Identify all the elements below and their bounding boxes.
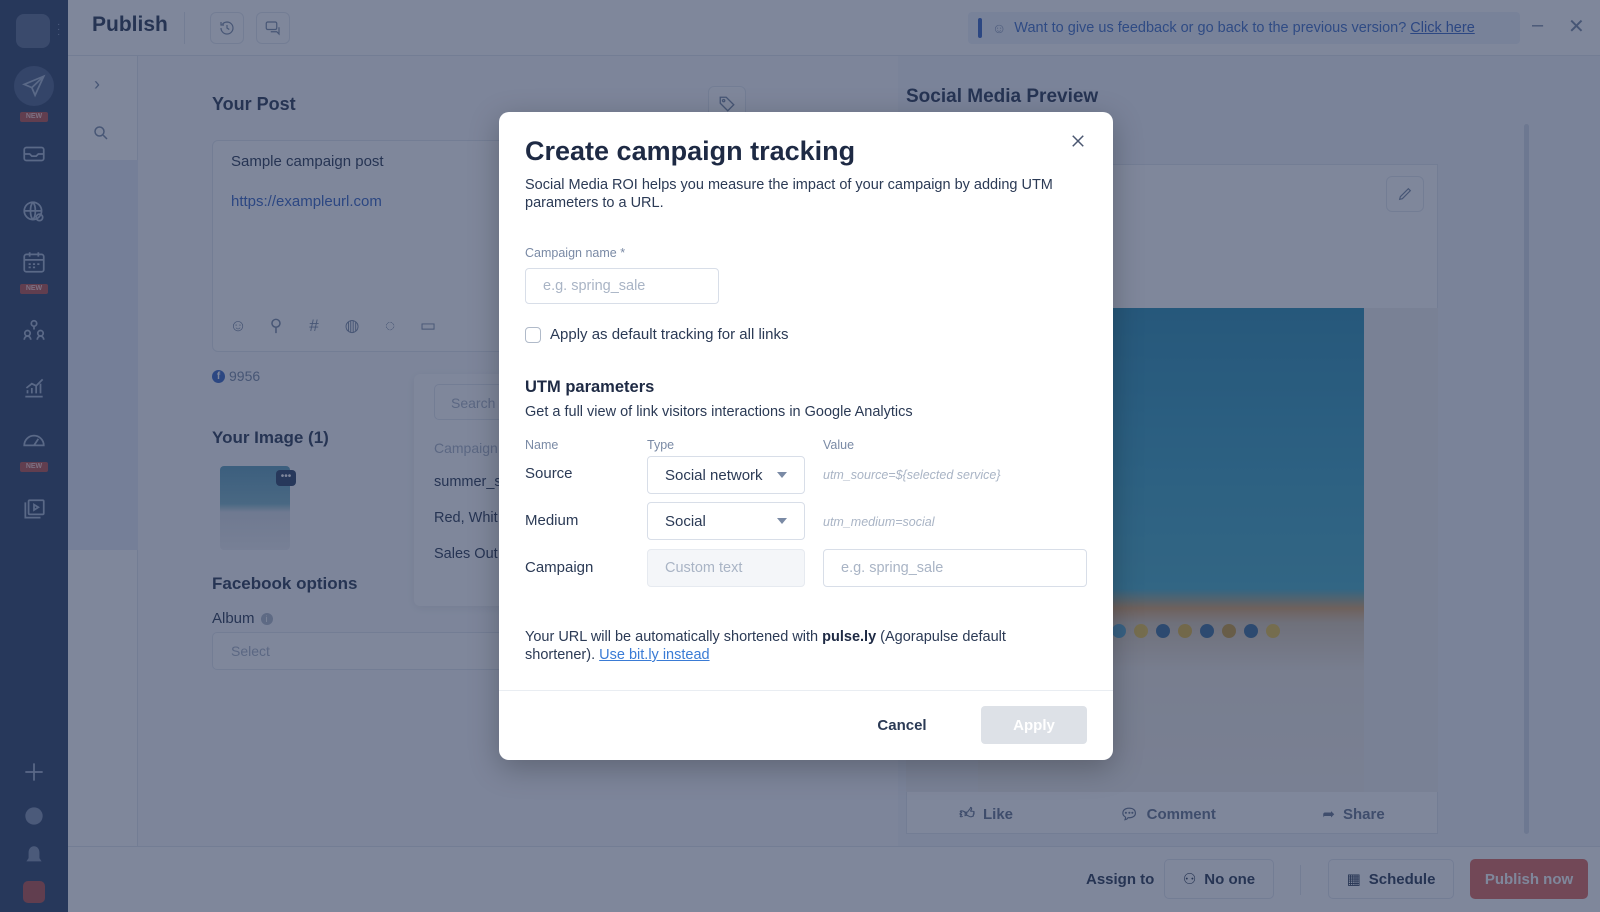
column-name: Name [525,438,559,452]
caret-down-icon [777,518,787,524]
default-tracking-checkbox[interactable]: Apply as default tracking for all links [525,326,788,343]
campaign-tracking-modal: Create campaign tracking Social Media RO… [499,112,1113,760]
modal-divider [499,690,1113,691]
checkbox[interactable] [525,326,541,343]
caret-down-icon [777,472,787,478]
row-campaign-name: Campaign [525,559,594,576]
campaign-name-input[interactable] [525,268,719,304]
column-type: Type [647,438,675,452]
close-icon[interactable] [1069,132,1089,152]
campaign-name-label: Campaign name * [525,246,626,260]
utm-subheading: Get a full view of link visitors interac… [525,404,913,420]
medium-type-select[interactable]: Social [647,502,805,540]
utm-heading: UTM parameters [525,378,655,396]
column-value: Value [823,438,855,452]
campaign-value-input[interactable] [823,549,1087,587]
row-medium-name: Medium [525,512,579,529]
source-value-hint: utm_source=${selected service} [823,468,1001,482]
modal-subtitle: Social Media ROI helps you measure the i… [525,177,1053,211]
default-tracking-label: Apply as default tracking for all links [550,326,789,343]
apply-button[interactable]: Apply [981,706,1087,744]
cancel-button[interactable]: Cancel [851,706,953,744]
medium-value-hint: utm_medium=social [823,515,935,529]
shortener-name: pulse.ly [822,629,877,645]
modal-title: Create campaign tracking [525,136,856,166]
shortener-note: Your URL will be automatically shortened… [525,629,1006,663]
use-bitly-link[interactable]: Use bit.ly instead [599,647,709,663]
campaign-type-field: Custom text [647,549,805,587]
source-type-select[interactable]: Social network [647,456,805,494]
row-source-name: Source [525,465,573,482]
